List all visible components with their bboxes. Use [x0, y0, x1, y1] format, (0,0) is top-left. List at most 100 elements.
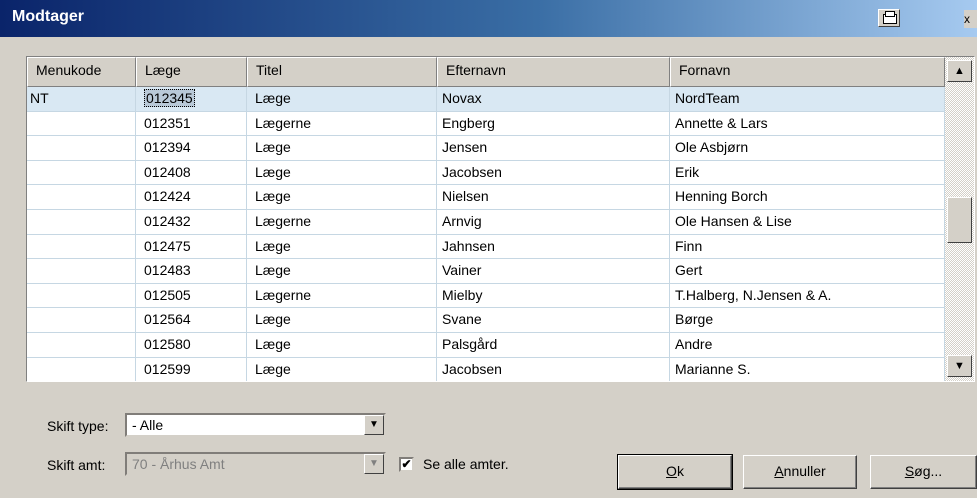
search-label: øg... [914, 463, 943, 479]
cell-laege: 012564 [136, 308, 247, 332]
column-header-laege[interactable]: Læge [136, 57, 247, 87]
table-row[interactable]: 012394 Læge Jensen Ole Asbjørn [27, 136, 945, 161]
cell-laege: 012394 [136, 136, 247, 160]
cell-efternavn: Jahnsen [437, 234, 670, 259]
cancel-mnemonic: A [774, 463, 784, 479]
chevron-down-icon[interactable]: ▼ [364, 454, 384, 474]
cell-menukode [27, 357, 136, 381]
cell-menukode [27, 234, 136, 259]
column-header-titel[interactable]: Titel [247, 57, 437, 87]
cell-fornavn: Gert [670, 259, 945, 283]
cell-titel: Lægerne [247, 209, 437, 234]
grid-rows: NT 012345 Læge Novax NordTeam 012351 Lægerne En… [27, 87, 945, 381]
table-row[interactable]: 012599 Læge Jacobsen Marianne S. [27, 357, 945, 381]
cell-titel: Læge [247, 357, 437, 381]
table-row[interactable]: 012505 Lægerne Mielby T.Halberg, N.Jensen &… [27, 283, 945, 309]
ok-button[interactable]: Ok [617, 454, 733, 490]
ok-label: k [676, 463, 684, 479]
cell-efternavn: Vainer [437, 259, 670, 283]
recipient-grid[interactable]: Menukode Læge Titel Efternavn Fornavn NT… [26, 56, 975, 382]
cell-titel: Læge [247, 332, 437, 357]
cell-menukode [27, 308, 136, 332]
show-all-checkbox[interactable]: ✔ [399, 457, 414, 472]
cell-fornavn: Marianne S. [670, 357, 945, 381]
cell-menukode [27, 209, 136, 234]
cell-titel: Læge [247, 136, 437, 160]
cell-menukode [27, 136, 136, 160]
table-row[interactable]: 012475 Læge Jahnsen Finn [27, 234, 945, 260]
cell-laege: 012599 [136, 357, 247, 381]
cell-laege: 012345 [136, 87, 247, 111]
cell-efternavn: Mielby [437, 283, 670, 308]
cell-efternavn: Arnvig [437, 209, 670, 234]
cell-fornavn: Erik [670, 160, 945, 185]
type-select-value: - Alle [132, 417, 164, 433]
cell-fornavn: Finn [670, 234, 945, 259]
show-all-label[interactable]: Se alle amter. [423, 456, 509, 472]
vertical-scrollbar[interactable]: ▲ ▼ [945, 57, 974, 381]
table-row[interactable]: 012351 Lægerne Engberg Annette & Lars [27, 111, 945, 137]
cell-efternavn: Engberg [437, 111, 670, 136]
search-button[interactable]: Søg... [870, 455, 977, 489]
cell-laege: 012408 [136, 160, 247, 185]
cell-menukode [27, 185, 136, 209]
column-header-menukode[interactable]: Menukode [27, 57, 136, 87]
cell-laege: 012424 [136, 185, 247, 209]
cell-fornavn: Annette & Lars [670, 111, 945, 136]
cell-laege: 012351 [136, 111, 247, 136]
cell-menukode [27, 111, 136, 136]
cell-efternavn: Novax [437, 87, 670, 111]
search-mnemonic: S [904, 463, 915, 479]
arrow-down-icon[interactable]: ▼ [947, 355, 972, 377]
cancel-label: nnuller [783, 463, 826, 479]
cell-laege: 012483 [136, 259, 247, 283]
amt-select[interactable]: 70 - Århus Amt ▼ [125, 452, 386, 476]
table-row[interactable]: NT 012345 Læge Novax NordTeam [27, 87, 945, 112]
cell-menukode [27, 332, 136, 357]
cell-efternavn: Jacobsen [437, 357, 670, 381]
window-title: Modtager [12, 8, 84, 25]
table-row[interactable]: 012564 Læge Svane Børge [27, 308, 945, 333]
amt-select-value: 70 - Århus Amt [132, 456, 225, 472]
cell-titel: Lægerne [247, 111, 437, 136]
cell-fornavn: Andre [670, 332, 945, 357]
cell-efternavn: Jensen [437, 136, 670, 160]
cell-fornavn: NordTeam [670, 87, 945, 111]
type-label: Skift type: [47, 418, 109, 434]
scrollbar-thumb[interactable] [947, 197, 972, 243]
table-row[interactable]: 012580 Læge Palsgård Andre [27, 332, 945, 358]
cell-titel: Læge [247, 87, 437, 111]
column-header-efternavn[interactable]: Efternavn [437, 57, 670, 87]
printer-icon[interactable] [878, 9, 900, 27]
cell-laege: 012580 [136, 332, 247, 357]
cell-menukode [27, 259, 136, 283]
cell-laege: 012505 [136, 283, 247, 308]
title-bar: Modtager x [0, 0, 977, 37]
cell-menukode [27, 160, 136, 185]
table-row[interactable]: 012483 Læge Vainer Gert [27, 259, 945, 284]
cell-titel: Læge [247, 259, 437, 283]
close-icon[interactable]: x [964, 10, 977, 28]
cancel-button[interactable]: Annuller [743, 455, 857, 489]
chevron-down-icon[interactable]: ▼ [364, 415, 384, 435]
table-row[interactable]: 012432 Lægerne Arnvig Ole Hansen & Lise [27, 209, 945, 235]
cell-efternavn: Svane [437, 308, 670, 332]
cell-laege: 012432 [136, 209, 247, 234]
amt-label: Skift amt: [47, 457, 106, 473]
cell-titel: Læge [247, 234, 437, 259]
cell-fornavn: Børge [670, 308, 945, 332]
column-header-fornavn[interactable]: Fornavn [670, 57, 945, 87]
grid-header: Menukode Læge Titel Efternavn Fornavn [27, 57, 945, 87]
cell-fornavn: Ole Asbjørn [670, 136, 945, 160]
cell-efternavn: Palsgård [437, 332, 670, 357]
cell-titel: Lægerne [247, 283, 437, 308]
type-select[interactable]: - Alle ▼ [125, 413, 386, 437]
cell-titel: Læge [247, 308, 437, 332]
checkmark-icon: ✔ [401, 457, 412, 471]
table-row[interactable]: 012408 Læge Jacobsen Erik [27, 160, 945, 186]
cell-menukode: NT [27, 87, 136, 111]
cell-titel: Læge [247, 185, 437, 209]
cell-efternavn: Nielsen [437, 185, 670, 209]
arrow-up-icon[interactable]: ▲ [947, 60, 972, 82]
table-row[interactable]: 012424 Læge Nielsen Henning Borch [27, 185, 945, 210]
